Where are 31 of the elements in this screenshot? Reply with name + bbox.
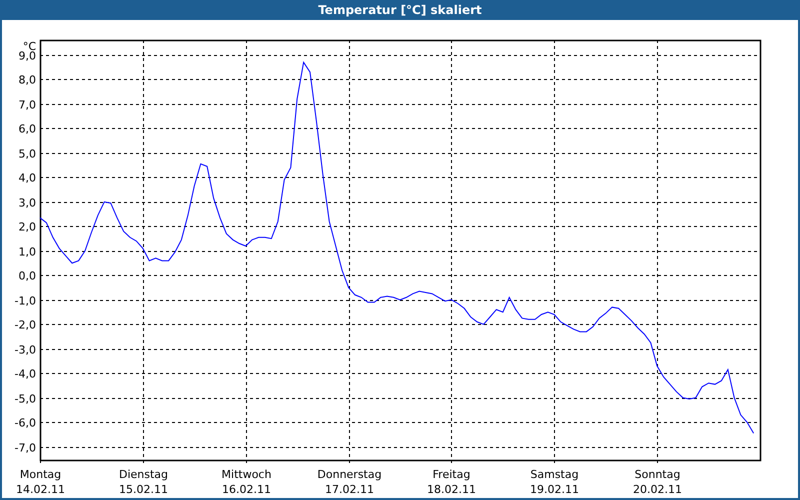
date-label: 20.02.11: [633, 483, 682, 496]
date-label: 18.02.11: [427, 483, 476, 496]
date-label: 15.02.11: [119, 483, 168, 496]
y-tick-label: 7,0: [18, 98, 36, 112]
date-label: 19.02.11: [530, 483, 579, 496]
date-label: 14.02.11: [16, 483, 65, 496]
x-tick-label: Sonntag: [634, 468, 680, 481]
y-tick-label: -7,0: [14, 442, 36, 454]
y-tick-label: 6,0: [18, 122, 36, 136]
y-tick-label: -6,0: [14, 416, 36, 430]
y-tick-label: -2,0: [14, 318, 36, 332]
y-tick-label: 8,0: [18, 74, 36, 86]
y-tick-label: 5,0: [18, 148, 36, 160]
x-tick-label: Mittwoch: [222, 468, 272, 481]
y-tick-label: -4,0: [14, 368, 36, 380]
y-tick-label: -5,0: [14, 392, 36, 406]
y-tick-label: 0,0: [18, 270, 36, 282]
window-title: Temperatur [°C] skaliert: [0, 0, 800, 20]
y-tick-label: -3,0: [14, 344, 36, 356]
y-tick-label: 2,0: [18, 220, 36, 234]
y-tick-label: 1,0: [18, 246, 36, 258]
y-tick-label: -1,0: [14, 294, 36, 308]
x-tick-label: Dienstag: [118, 468, 168, 481]
date-label: 16.02.11: [222, 483, 271, 496]
x-tick-label: Samstag: [530, 468, 579, 481]
x-tick-label: Freitag: [432, 468, 470, 481]
y-tick-label: 3,0: [18, 196, 36, 210]
date-label: 17.02.11: [325, 483, 374, 496]
x-tick-label: Montag: [20, 468, 62, 481]
y-tick-label: 4,0: [18, 172, 36, 184]
x-tick-label: Donnerstag: [317, 468, 382, 481]
